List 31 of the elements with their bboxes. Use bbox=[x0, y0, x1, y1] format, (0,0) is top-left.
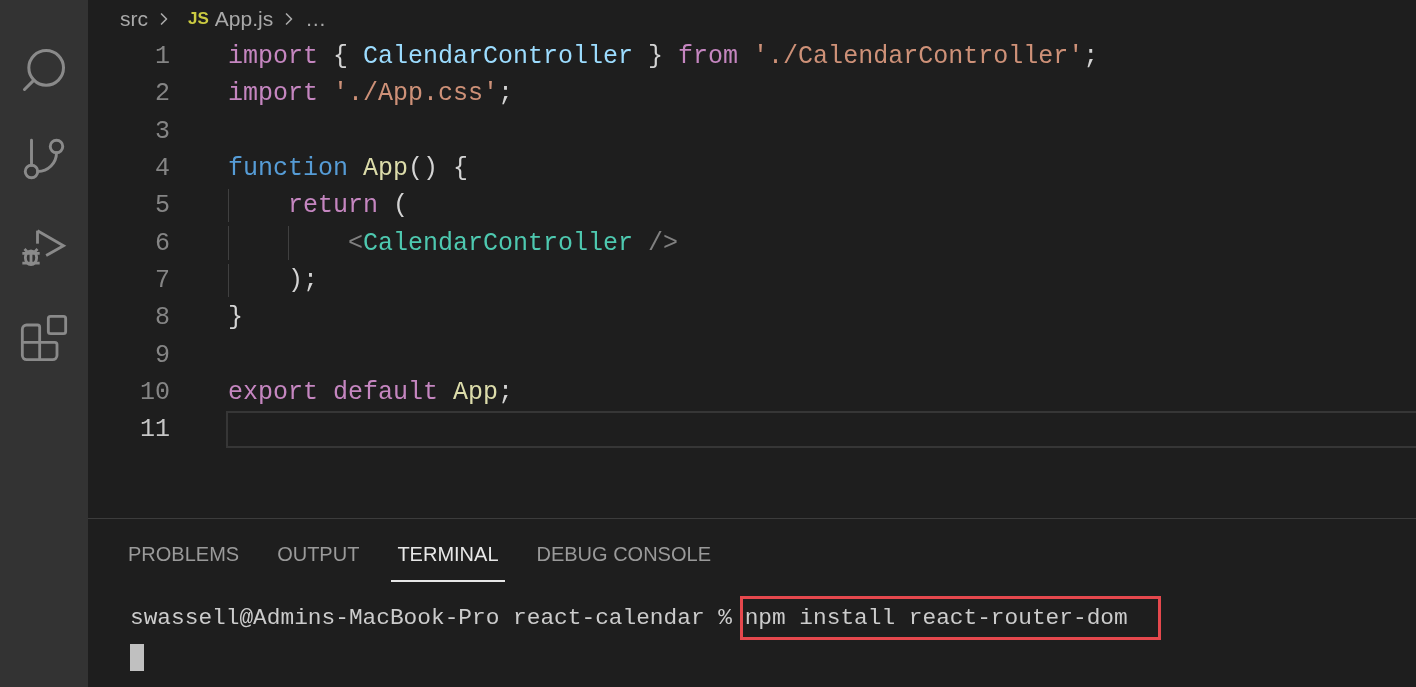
line-number: 9 bbox=[154, 340, 170, 370]
terminal-prompt: swassell@Admins-MacBook-Pro react-calendar % bbox=[130, 605, 733, 631]
code-line: ); bbox=[287, 265, 318, 295]
breadcrumb-file[interactable]: App.js bbox=[214, 7, 274, 31]
panel-tab[interactable]: PROBLEMS bbox=[122, 537, 246, 582]
panel-tab[interactable]: OUTPUT bbox=[271, 537, 366, 582]
code-line: export default App; bbox=[228, 377, 514, 407]
code-line: <CalendarController /> bbox=[347, 228, 679, 258]
terminal-cursor bbox=[130, 644, 144, 671]
panel-tab[interactable]: TERMINAL bbox=[391, 537, 505, 582]
line-number: 8 bbox=[154, 303, 170, 333]
file-type-label: JS bbox=[188, 9, 209, 29]
code-line: import { CalendarController } from './CalendarController'; bbox=[228, 42, 1099, 72]
line-number: 3 bbox=[154, 116, 170, 146]
line-number: 1 bbox=[154, 42, 170, 72]
line-number: 2 bbox=[154, 79, 170, 109]
panel-tab[interactable]: DEBUG CONSOLE bbox=[530, 537, 717, 582]
breadcrumb-more[interactable]: … bbox=[305, 7, 327, 31]
line-number: 10 bbox=[139, 377, 170, 407]
line-number: 7 bbox=[154, 265, 170, 295]
terminal-command: npm install react-router-dom bbox=[739, 596, 1161, 640]
code-line: import './App.css'; bbox=[228, 79, 514, 109]
line-number: 4 bbox=[154, 154, 170, 184]
code-line: function App() { bbox=[228, 154, 469, 184]
breadcrumb-folder[interactable]: src bbox=[120, 7, 148, 31]
line-number: 11 bbox=[139, 415, 170, 445]
line-number: 6 bbox=[154, 228, 170, 258]
code-line: return ( bbox=[287, 191, 409, 221]
code-line: } bbox=[228, 303, 243, 333]
line-number: 5 bbox=[154, 191, 170, 221]
extensions-icon[interactable] bbox=[18, 312, 70, 364]
